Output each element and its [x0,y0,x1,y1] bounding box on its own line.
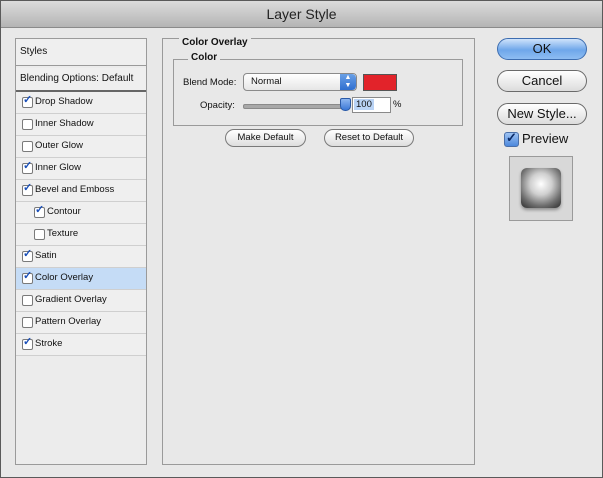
title-bar[interactable]: Layer Style [1,1,602,28]
style-item[interactable]: ✓ Drop Shadow [16,92,146,114]
style-checkbox[interactable]: ✓ [22,94,33,108]
blend-mode-value: Normal [251,76,282,87]
style-checkbox[interactable]: ✓ [22,182,33,196]
make-default-button[interactable]: Make Default [225,129,306,147]
style-item-label: Contour [47,206,81,217]
style-item[interactable]: Gradient Overlay [16,290,146,312]
panel-title: Color Overlay [179,37,251,48]
checkmark-icon: ✓ [23,160,33,172]
checkmark-icon: ✓ [23,182,33,194]
style-checkbox[interactable]: ✓ [22,248,33,262]
preview-label: Preview [522,131,569,146]
opacity-slider-track[interactable] [243,104,348,109]
style-items: ✓ Drop Shadow Inner Shadow Outer Glow ✓ Inner… [16,92,146,356]
style-item-label: Inner Glow [35,162,81,173]
style-item-label: Drop Shadow [35,96,93,107]
checkmark-icon: ✓ [23,336,33,348]
style-item[interactable]: ✓ Satin [16,246,146,268]
style-item-label: Bevel and Emboss [35,184,115,195]
overlay-color-swatch[interactable] [363,74,397,91]
window-title: Layer Style [266,6,337,22]
layer-style-dialog: Layer Style Styles Blending Options: Def… [0,0,603,478]
style-item-label: Color Overlay [35,272,94,283]
style-checkbox[interactable] [34,229,45,240]
dialog-content: Styles Blending Options: Default ✓ Drop S… [1,28,602,477]
chevron-up-down-icon: ▲ ▼ [340,74,356,90]
checkmark-icon: ✓ [23,248,33,260]
new-style-button[interactable]: New Style... [497,103,587,125]
style-checkbox[interactable]: ✓ [22,160,33,174]
checkmark-icon: ✓ [23,94,33,106]
ok-button[interactable]: OK [497,38,587,60]
style-item[interactable]: Inner Shadow [16,114,146,136]
style-item-label: Outer Glow [35,140,84,151]
style-item[interactable]: Outer Glow [16,136,146,158]
style-checkbox[interactable] [22,295,33,306]
style-checkbox[interactable]: ✓ [34,204,45,218]
cancel-button[interactable]: Cancel [497,70,587,92]
checkmark-icon: ✓ [506,130,517,145]
style-item-label: Pattern Overlay [35,316,101,327]
style-item[interactable]: ✓ Stroke [16,334,146,356]
style-item-label: Stroke [35,338,63,349]
style-item[interactable]: Texture [16,224,146,246]
style-item[interactable]: ✓ Contour [16,202,146,224]
styles-list: Styles Blending Options: Default ✓ Drop S… [15,38,147,465]
opacity-label: Opacity: [200,100,235,111]
blend-mode-select[interactable]: Normal ▲ ▼ [243,73,357,91]
preview-thumbnail [521,168,561,208]
blending-options-item[interactable]: Blending Options: Default [16,68,146,92]
color-overlay-panel: Color Overlay Color Blend Mode: Normal ▲… [162,37,475,465]
preview-checkbox[interactable]: ✓ [504,130,519,147]
styles-header[interactable]: Styles [16,39,146,66]
style-item-label: Satin [35,250,57,261]
style-item[interactable]: ✓ Bevel and Emboss [16,180,146,202]
checkmark-icon: ✓ [23,270,33,282]
style-item[interactable]: Pattern Overlay [16,312,146,334]
opacity-unit: % [393,99,402,110]
style-item[interactable]: ✓ Color Overlay [16,268,146,290]
style-checkbox[interactable]: ✓ [22,336,33,350]
style-item-label: Texture [47,228,79,239]
style-checkbox[interactable] [22,119,33,130]
style-item-label: Gradient Overlay [35,294,107,305]
style-item-label: Inner Shadow [35,118,94,129]
blend-mode-label: Blend Mode: [183,77,237,88]
opacity-input[interactable]: 100 [352,97,391,113]
style-item[interactable]: ✓ Inner Glow [16,158,146,180]
checkmark-icon: ✓ [35,204,45,216]
color-group: Color Blend Mode: Normal ▲ ▼ Opacity: 100… [173,52,463,126]
color-group-title: Color [188,52,221,63]
style-checkbox[interactable] [22,141,33,152]
opacity-value: 100 [354,99,374,110]
style-checkbox[interactable] [22,317,33,328]
opacity-slider-thumb[interactable] [340,98,351,111]
reset-to-default-button[interactable]: Reset to Default [324,129,414,147]
style-checkbox[interactable]: ✓ [22,270,33,284]
style-preview [509,156,573,221]
